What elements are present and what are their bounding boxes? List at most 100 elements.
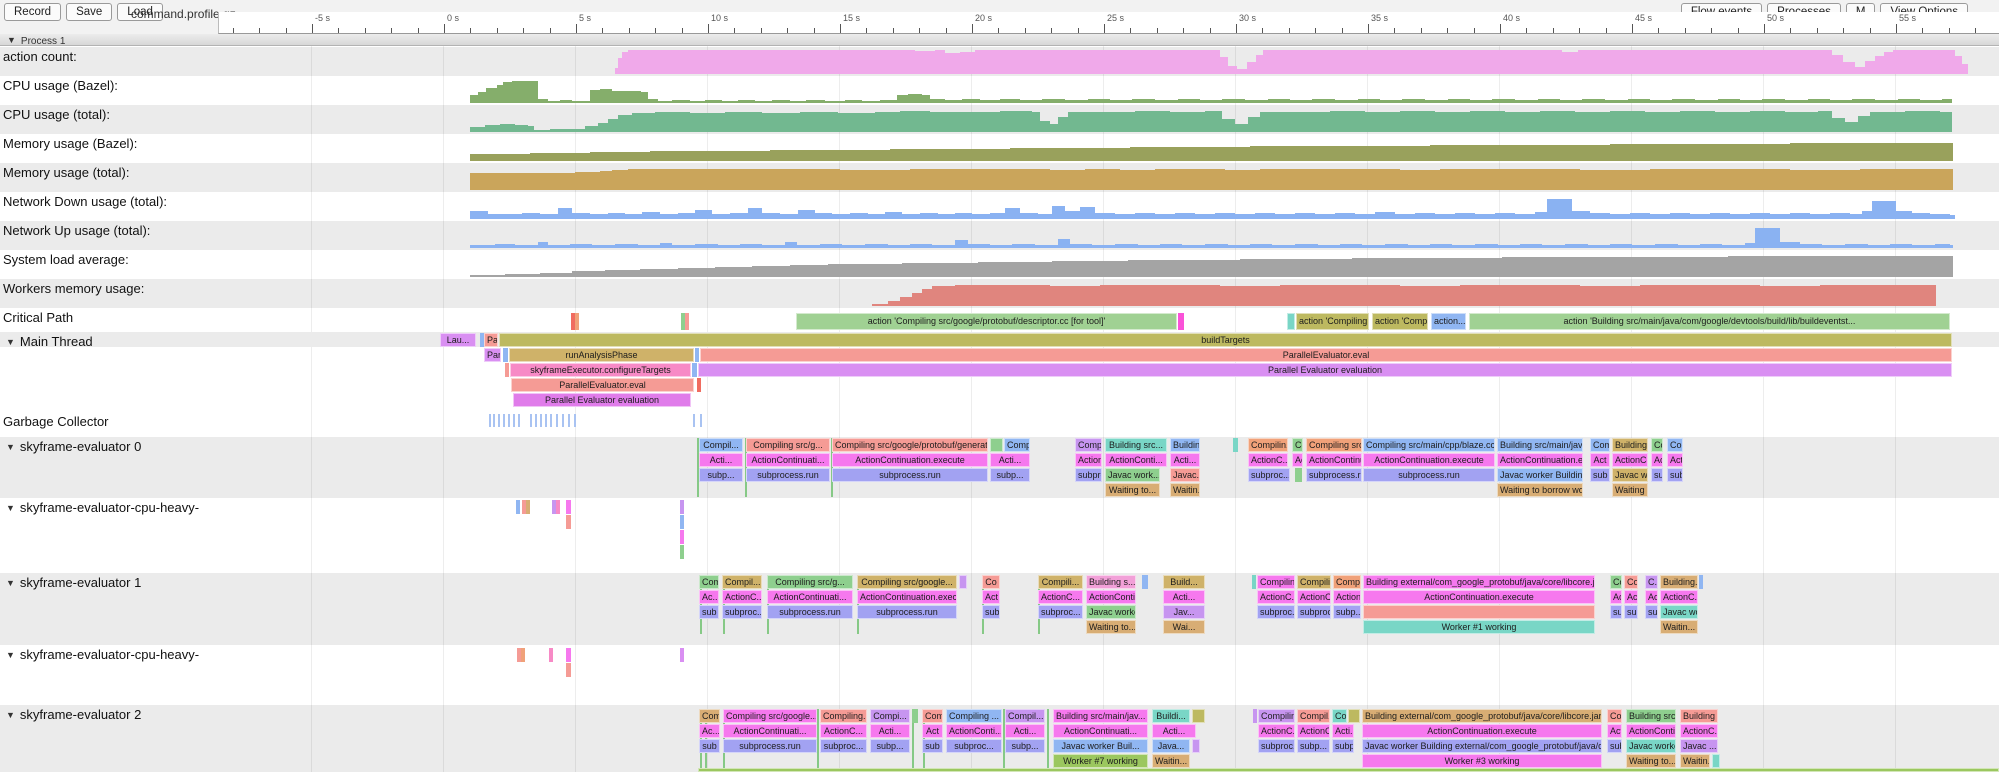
trace-slice[interactable]: subprocess.run (767, 605, 853, 619)
gc-event-tick[interactable] (503, 414, 505, 427)
trace-slice[interactable]: Building s... (1086, 575, 1136, 589)
trace-slice[interactable]: subproc... (1257, 605, 1295, 619)
record-button[interactable]: Record (4, 3, 61, 21)
trace-slice[interactable]: Waiting to... (1086, 620, 1136, 634)
counter-chart-system-load-average[interactable] (0, 250, 1999, 279)
trace-slice[interactable]: Javac wo... (1660, 605, 1698, 619)
trace-slice[interactable]: Parallel Evaluator evaluation (513, 393, 691, 407)
trace-slice[interactable]: ActionContinuation.execute (1363, 590, 1595, 604)
trace-slice[interactable]: Com (1624, 575, 1638, 589)
collapse-arrow-icon[interactable]: ▼ (6, 578, 15, 588)
trace-slice[interactable]: action 'Compili... (1372, 313, 1428, 330)
trace-slice[interactable]: action 'Building src/main/java/com/googl… (1469, 313, 1950, 330)
trace-slice[interactable] (685, 313, 689, 330)
gc-event-tick[interactable] (498, 414, 500, 427)
trace-slice[interactable]: Act (1651, 453, 1663, 467)
trace-slice[interactable]: ActionC... (820, 724, 867, 738)
gc-event-tick[interactable] (556, 414, 558, 427)
trace-slice[interactable]: Compi... (870, 709, 910, 723)
trace-slice[interactable]: subproc... (1297, 605, 1331, 619)
gc-event-tick[interactable] (693, 414, 695, 427)
trace-slice[interactable]: Compil... (1075, 438, 1102, 452)
trace-slice[interactable]: subprocess.run (723, 739, 817, 753)
gc-event-tick[interactable] (568, 414, 570, 427)
trace-slice[interactable]: Javac ... (1680, 739, 1718, 753)
trace-slice[interactable]: Co (1292, 438, 1303, 452)
trace-slice[interactable]: Com (699, 575, 719, 589)
collapse-arrow-icon[interactable]: ▼ (6, 710, 15, 720)
trace-slice[interactable]: subp... (1005, 739, 1045, 753)
trace-slice[interactable]: Building external/com_google_protobuf/ja… (1362, 709, 1602, 723)
trace-slice[interactable]: Compiling src/google... (857, 575, 957, 589)
trace-slice[interactable]: Acti... (870, 724, 910, 738)
trace-slice[interactable]: sub (1590, 468, 1610, 482)
trace-slice[interactable]: Compilin... (1248, 438, 1288, 452)
trace-slice[interactable]: ActionC... (1333, 590, 1361, 604)
trace-slice[interactable]: Com (1610, 575, 1622, 589)
trace-slice[interactable] (1233, 438, 1238, 452)
trace-slice[interactable]: Com (699, 709, 720, 723)
trace-slice[interactable]: ActionConti... (1626, 724, 1676, 738)
trace-slice[interactable]: Building src/ma... (1626, 709, 1676, 723)
trace-slice[interactable]: ActionConti... (946, 724, 1002, 738)
trace-slice[interactable]: Javac worker Buil... (1053, 739, 1148, 753)
trace-slice[interactable] (697, 378, 701, 392)
trace-slice[interactable]: Acti... (1170, 453, 1200, 467)
trace-slice[interactable] (1348, 709, 1360, 723)
trace-slice[interactable] (505, 363, 509, 377)
event-tick[interactable] (1047, 709, 1049, 768)
trace-slice[interactable]: ActionC... (722, 590, 762, 604)
trace-slice[interactable]: action 'Compiling src/google/protobuf/de… (796, 313, 1177, 330)
trace-slice[interactable]: ActionC... (1258, 724, 1295, 738)
trace-slice[interactable]: Worker #3 working (1362, 754, 1602, 768)
trace-slice[interactable]: Act (1292, 453, 1303, 467)
trace-slice[interactable]: Compilin... (1297, 575, 1331, 589)
trace-slice[interactable]: Wai... (1163, 620, 1205, 634)
trace-slice[interactable] (1253, 709, 1257, 723)
trace-slice[interactable]: Acti... (1332, 724, 1354, 738)
trace-slice[interactable] (692, 363, 697, 377)
trace-slice[interactable]: action... (1431, 313, 1466, 330)
trace-slice[interactable] (680, 530, 684, 544)
trace-slice[interactable]: subprocess.run (857, 605, 957, 619)
trace-slice[interactable]: Acti... (1005, 724, 1045, 738)
trace-slice[interactable]: Compil... (699, 438, 743, 452)
trace-slice[interactable]: Compil... (722, 575, 762, 589)
trace-slice[interactable] (680, 648, 684, 662)
trace-slice[interactable] (1142, 575, 1148, 589)
trace-slice[interactable]: subprocess.run (746, 468, 830, 482)
trace-slice[interactable]: su... (1645, 605, 1658, 619)
gc-event-tick[interactable] (700, 414, 702, 427)
trace-slice[interactable]: Compiling src/google/protobuf/generat... (832, 438, 988, 452)
trace-slice[interactable]: Com (922, 709, 943, 723)
trace-slice[interactable]: Java... (1152, 739, 1190, 753)
trace-slice[interactable]: subprocess.run (1363, 468, 1495, 482)
trace-slice[interactable] (1192, 739, 1200, 753)
trace-slice[interactable]: ActionContinuati... (1053, 724, 1148, 738)
trace-slice[interactable] (1287, 313, 1295, 330)
trace-slice[interactable]: ActionContinuati... (746, 453, 830, 467)
trace-slice[interactable]: Building src... (1105, 438, 1167, 452)
collapse-arrow-icon[interactable]: ▼ (6, 337, 15, 347)
trace-slice[interactable] (1295, 468, 1302, 482)
trace-slice[interactable] (503, 348, 508, 362)
trace-slice[interactable]: Co (1651, 438, 1663, 452)
counter-chart-network-up-usage-total[interactable] (0, 221, 1999, 250)
gc-event-tick[interactable] (574, 414, 576, 427)
trace-slice[interactable] (549, 648, 553, 662)
trace-slice[interactable]: Worker #7 working (1053, 754, 1148, 768)
trace-slice[interactable]: Building ... (1680, 709, 1718, 723)
gc-event-tick[interactable] (562, 414, 564, 427)
trace-slice[interactable] (698, 768, 1999, 772)
gc-event-tick[interactable] (518, 414, 520, 427)
trace-slice[interactable]: Waiting to borrow worker (1497, 483, 1583, 497)
trace-slice[interactable]: Compili... (1038, 575, 1083, 589)
trace-slice[interactable]: ActionContinuation.execute (832, 453, 988, 467)
trace-slice[interactable]: sub (922, 739, 943, 753)
trace-slice[interactable]: Javac worker Building external/com_googl… (1362, 739, 1602, 753)
trace-slice[interactable]: subproc... (1075, 468, 1102, 482)
trace-slice[interactable]: Acti... (1152, 724, 1196, 738)
trace-slice[interactable]: Acti... (990, 453, 1030, 467)
trace-slice[interactable]: Javac... (1170, 468, 1200, 482)
trace-slice[interactable] (516, 500, 520, 514)
